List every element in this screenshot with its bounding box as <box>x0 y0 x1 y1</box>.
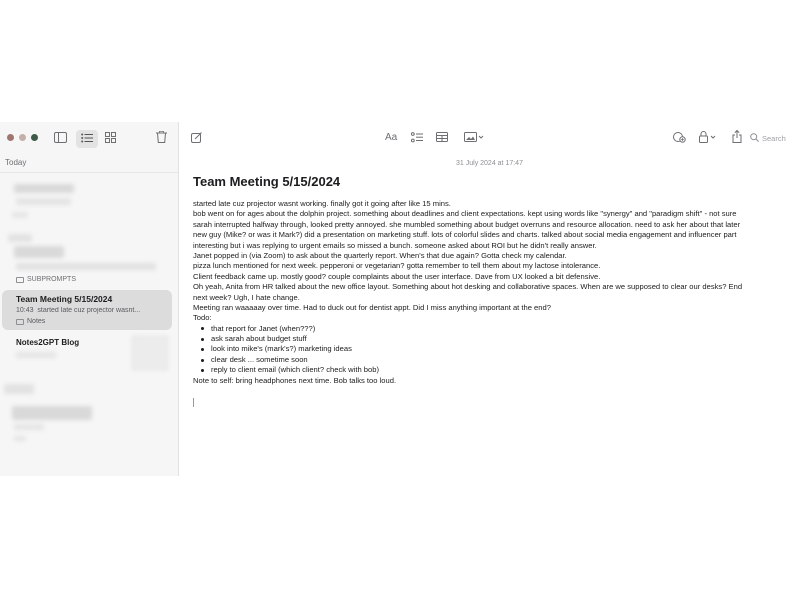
list-view-icon[interactable] <box>81 133 93 143</box>
bullet-icon <box>201 337 204 341</box>
gallery-view-icon[interactable] <box>105 132 116 143</box>
blurred-note-preview <box>16 263 156 270</box>
note-line: Note to self: bring headphones next time… <box>193 375 397 385</box>
blurred-note-preview <box>14 424 44 430</box>
folder-label: SUBPROMPTS <box>27 276 77 283</box>
blurred-note-title <box>8 234 32 242</box>
bullet-icon <box>201 358 204 362</box>
share-icon[interactable] <box>732 130 742 143</box>
todo-item: reply to client email (which client? che… <box>193 365 800 375</box>
close-window-button[interactable] <box>7 134 14 141</box>
zoom-window-button[interactable] <box>31 134 38 141</box>
note-line: sarah interrupted halfway through, looke… <box>193 219 741 229</box>
todo-item: that report for Janet (when???) <box>193 324 800 334</box>
blurred-note-folder <box>14 436 26 441</box>
note-list-item-title[interactable]: Notes2GPT Blog <box>16 338 79 347</box>
note-line: Meeting ran waaaaay over time. Had to du… <box>193 302 551 312</box>
note-list-item-title: Team Meeting 5/15/2024 <box>16 294 113 304</box>
todo-item: ask sarah about budget stuff <box>193 334 800 344</box>
note-list-item-folder: Notes <box>16 318 45 325</box>
sidebar: Today SUBPROMPTS Team Meeting 5/15/2024 … <box>0 122 179 476</box>
blurred-note-title <box>12 406 92 420</box>
trash-icon[interactable] <box>156 131 167 143</box>
todo-item-text: look into mike's (mark's?) marketing ide… <box>211 344 352 354</box>
table-icon[interactable] <box>436 132 448 142</box>
note-list-item-time: 10:43 <box>16 307 34 314</box>
section-divider <box>0 172 178 173</box>
note-line: bob went on for ages about the dolphin p… <box>193 209 737 219</box>
checklist-icon[interactable] <box>411 132 423 143</box>
todo-item-text: that report for Janet (when???) <box>211 323 316 333</box>
note-folder-subprompts: SUBPROMPTS <box>16 276 76 283</box>
blurred-note-preview <box>16 198 71 205</box>
note-editor: Aa Search 31 July 2024 at 17:47 Team Mee… <box>179 122 800 476</box>
blurred-note-preview <box>16 352 56 358</box>
collaborate-icon[interactable] <box>673 131 686 143</box>
folder-icon <box>16 276 24 283</box>
note-line: interesting but i was replying to urgent… <box>193 240 597 250</box>
note-line: next week? Ugh, I hate change. <box>193 292 300 302</box>
bullet-icon <box>201 327 204 331</box>
bullet-icon <box>201 348 204 352</box>
notes-window: Today SUBPROMPTS Team Meeting 5/15/2024 … <box>0 122 800 476</box>
blurred-note-title <box>14 184 74 193</box>
blurred-note-title <box>14 246 64 258</box>
lock-icon[interactable] <box>699 131 719 143</box>
note-line: started late cuz projector wasnt working… <box>193 199 451 208</box>
note-line: Janet popped in (via Zoom) to ask about … <box>193 250 567 260</box>
todo-item: look into mike's (mark's?) marketing ide… <box>193 344 800 354</box>
todo-item-text: clear desk ... sometime soon <box>211 354 308 364</box>
note-title[interactable]: Team Meeting 5/15/2024 <box>193 174 340 189</box>
compose-icon[interactable] <box>191 132 202 143</box>
format-text-icon[interactable]: Aa <box>385 131 397 145</box>
sidebar-toggle-icon[interactable] <box>54 132 67 143</box>
section-label-today: Today <box>5 158 27 167</box>
note-list-item-folder-label: Notes <box>27 318 46 325</box>
note-date-stamp: 31 July 2024 at 17:47 <box>456 160 523 167</box>
note-line: pizza lunch mentioned for next week. pep… <box>193 261 601 271</box>
note-thumbnail <box>132 336 168 370</box>
bullet-icon <box>201 368 204 372</box>
note-body[interactable]: started late cuz projector wasnt working… <box>193 199 800 386</box>
note-list-item-preview: 10:43 started late cuz projector wasnt..… <box>16 307 166 314</box>
media-icon[interactable] <box>464 132 484 142</box>
note-line: Client feedback came up. mostly good? co… <box>193 271 601 281</box>
blurred-note-folder <box>12 212 28 218</box>
note-list-item-preview-text: started late cuz projector wasnt... <box>37 307 141 314</box>
search-icon <box>750 132 759 144</box>
search-field[interactable]: Search <box>750 131 796 145</box>
folder-icon <box>16 318 24 325</box>
search-placeholder: Search <box>762 133 786 143</box>
todo-item-text: ask sarah about budget stuff <box>211 334 307 344</box>
minimize-window-button[interactable] <box>19 134 26 141</box>
note-list-item-selected[interactable]: Team Meeting 5/15/2024 10:43 started lat… <box>2 290 172 330</box>
blurred-note-title <box>4 384 34 394</box>
todo-item-text: reply to client email (which client? che… <box>211 365 379 375</box>
todo-item: clear desk ... sometime soon <box>193 355 800 365</box>
note-line: Oh yeah, Anita from HR talked about the … <box>193 282 743 292</box>
note-line: new guy (Mike? or was it Mark?) did a pr… <box>193 230 737 240</box>
note-line: Todo: <box>193 313 212 323</box>
text-cursor <box>193 398 194 407</box>
